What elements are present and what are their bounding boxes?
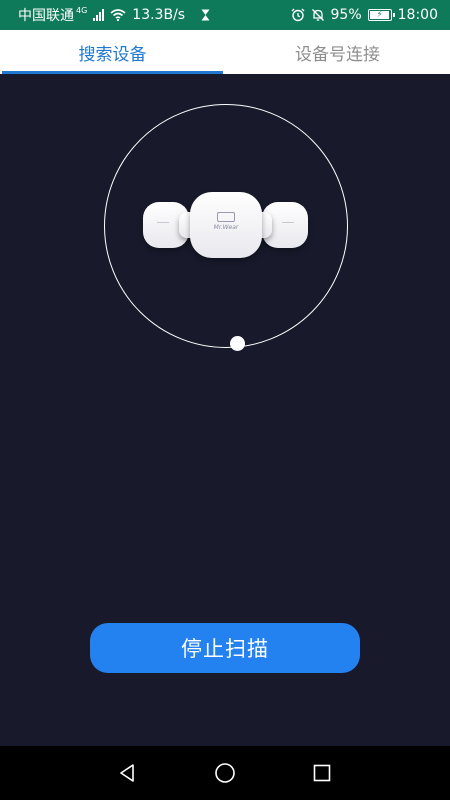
device-logo-text: Mr.Wear [213, 224, 239, 231]
tab-search-device-label: 搜索设备 [78, 44, 147, 65]
back-icon [118, 763, 138, 783]
scan-panel: Mr.Wear 停止扫描 [0, 74, 450, 746]
device-logo-icon [217, 212, 235, 222]
wifi-icon [110, 9, 126, 21]
status-right: 95% ⚡ 18:00 [291, 7, 438, 23]
alarm-icon [291, 8, 305, 22]
hourglass-icon [201, 9, 210, 21]
mute-icon [311, 8, 325, 22]
back-button[interactable] [108, 753, 148, 793]
device-detail-left [157, 222, 169, 223]
tab-device-number-connect[interactable]: 设备号连接 [225, 30, 450, 74]
status-left: 中国联通 4G 13.3B/s [18, 5, 210, 25]
status-bar: 中国联通 4G 13.3B/s 95% ⚡ 18:00 [0, 0, 450, 30]
device-image: Mr.Wear [143, 192, 308, 262]
device-detail-right [282, 222, 294, 223]
recents-button[interactable] [302, 753, 342, 793]
network-speed: 13.3B/s [132, 7, 186, 23]
tab-bar: 搜索设备 设备号连接 [0, 30, 450, 74]
carrier-name: 中国联通 [18, 8, 74, 24]
tab-search-device[interactable]: 搜索设备 [0, 30, 225, 74]
recents-icon [312, 763, 332, 783]
signal-icon [93, 9, 105, 21]
home-icon [214, 762, 236, 784]
scan-progress-dot [230, 336, 245, 351]
battery-icon: ⚡ [367, 9, 395, 21]
network-type: 4G [76, 5, 88, 15]
tab-device-number-connect-label: 设备号连接 [295, 44, 380, 65]
system-nav-bar [0, 746, 450, 800]
clock: 18:00 [397, 7, 438, 23]
stop-scan-button[interactable]: 停止扫描 [90, 623, 360, 673]
home-button[interactable] [205, 753, 245, 793]
battery-percent: 95% [330, 7, 362, 23]
